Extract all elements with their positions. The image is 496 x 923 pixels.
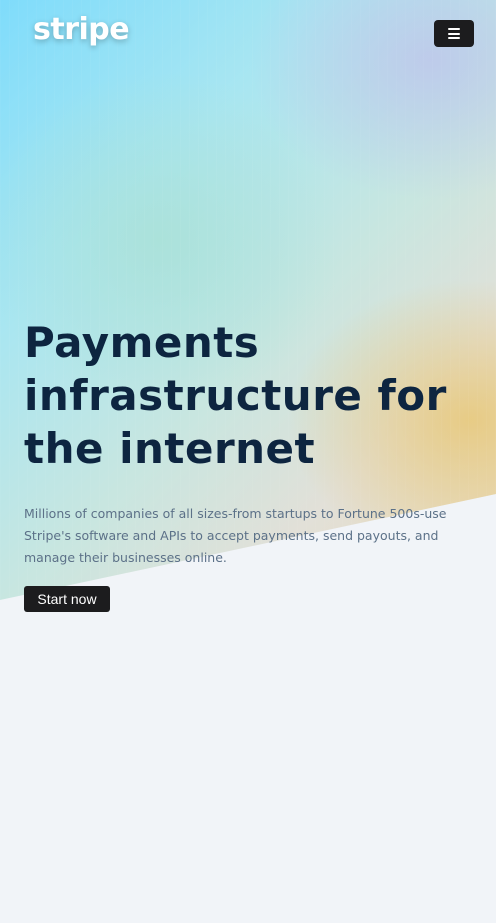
top-navigation: stripe (0, 0, 496, 68)
hero-headline: Payments infrastructure for the internet (24, 318, 447, 473)
hero-description: Millions of companies of all sizes-from … (24, 506, 447, 565)
start-now-button[interactable]: Start now (24, 586, 110, 612)
stripe-logo[interactable]: stripe (33, 12, 130, 47)
page: stripe Payments infrastructure for the i… (0, 0, 496, 923)
hamburger-menu-icon (448, 28, 460, 39)
menu-button[interactable] (434, 20, 474, 47)
